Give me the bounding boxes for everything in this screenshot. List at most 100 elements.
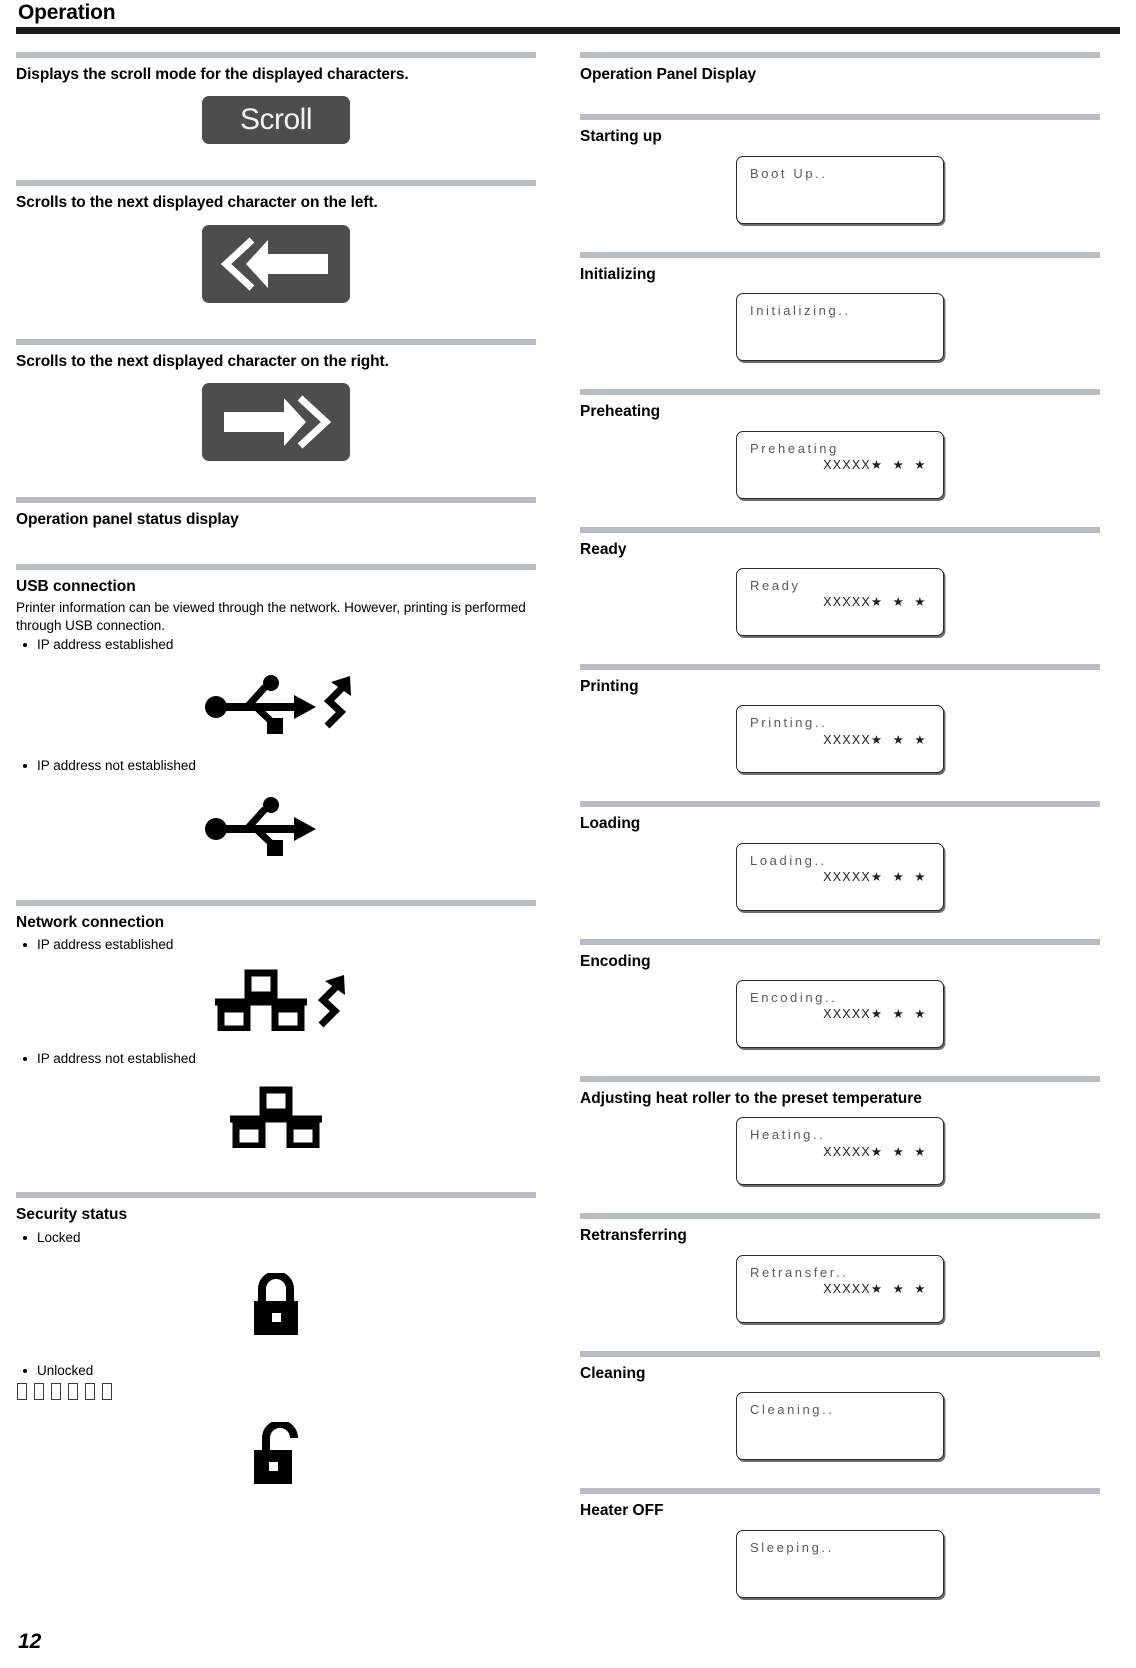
figure-left-arrow-key xyxy=(16,224,536,303)
page-header: Operation xyxy=(16,0,1120,24)
section-divider xyxy=(16,899,536,906)
figure-lcd-printing: Printing.. XXXXX★ ★ ★ xyxy=(580,705,1100,774)
page-title: Operation xyxy=(18,1,116,24)
figure-lcd-retransferring: Retransfer.. XXXXX★ ★ ★ xyxy=(580,1254,1100,1323)
section-divider xyxy=(580,114,1100,121)
figure-usb xyxy=(16,790,536,856)
missing-glyph-box xyxy=(68,1382,78,1400)
figure-lcd-heater-off: Sleeping.. xyxy=(580,1529,1100,1598)
usb-connected-icon xyxy=(205,675,351,735)
arrow-right-icon xyxy=(224,395,332,449)
figure-network-connected xyxy=(16,969,536,1031)
missing-glyph-box xyxy=(85,1382,95,1400)
scroll-key-button[interactable]: Scroll xyxy=(202,96,350,145)
lcd-line-1: Boot Up.. xyxy=(750,165,828,181)
lcd-line-1: Ready xyxy=(750,577,801,593)
arrow-left-icon xyxy=(220,237,328,291)
figure-usb-connected xyxy=(16,668,536,735)
lcd-line-1: Loading.. xyxy=(750,852,827,868)
usb-item-list-2: IP address not established xyxy=(16,756,536,776)
lcd-panel: Ready XXXXX★ ★ ★ xyxy=(736,567,944,636)
lcd-line-2: XXXXX★ ★ ★ xyxy=(823,1144,929,1159)
lcd-line-1: Initializing.. xyxy=(750,303,851,319)
figure-lcd-loading: Loading.. XXXXX★ ★ ★ xyxy=(580,842,1100,911)
state-label-adjusting-heat-roller: Adjusting heat roller to the preset temp… xyxy=(580,1090,922,1108)
lcd-line-1: Encoding.. xyxy=(750,990,838,1006)
list-item: IP address not established xyxy=(16,756,536,776)
lcd-line-2: XXXXX★ ★ ★ xyxy=(823,1007,929,1022)
usb-icon xyxy=(205,796,316,856)
lcd-line-2: XXXXX★ ★ ★ xyxy=(823,457,929,472)
page-number: 12 xyxy=(18,1630,42,1653)
page-footer: 12 xyxy=(18,1630,41,1654)
lcd-line-2: XXXXX★ ★ ★ xyxy=(823,1282,929,1297)
section-divider xyxy=(580,1488,1100,1495)
section-divider xyxy=(16,180,536,187)
lcd-panel: Printing.. XXXXX★ ★ ★ xyxy=(736,705,944,774)
figure-lcd-heating: Heating.. XXXXX★ ★ ★ xyxy=(580,1117,1100,1186)
figure-lcd-initializing: Initializing.. xyxy=(580,293,1100,362)
section-divider xyxy=(580,1213,1100,1220)
lcd-line-1: Cleaning.. xyxy=(750,1402,835,1418)
section-heading-panel-status: Operation panel status display xyxy=(16,511,239,529)
list-item: IP address established xyxy=(16,635,536,655)
scroll-key-label: Scroll xyxy=(239,103,313,137)
section-heading-operation-panel-display: Operation Panel Display xyxy=(580,66,757,84)
section-heading-scroll-left: Scrolls to the next displayed character … xyxy=(16,194,378,212)
usb-item-list: IP address established xyxy=(16,635,536,655)
right-column: Operation Panel Display Starting up Boot… xyxy=(580,34,1100,1598)
lcd-line-2: XXXXX★ ★ ★ xyxy=(823,869,929,884)
lcd-panel: Initializing.. xyxy=(736,293,944,362)
missing-glyph-box xyxy=(51,1382,61,1400)
figure-lock-open xyxy=(16,1421,536,1484)
figure-lcd-starting-up: Boot Up.. xyxy=(580,155,1100,224)
section-divider xyxy=(580,1076,1100,1083)
lcd-line-2: XXXXX★ ★ ★ xyxy=(823,595,929,610)
figure-right-arrow-key xyxy=(16,383,536,462)
figure-lcd-ready: Ready XXXXX★ ★ ★ xyxy=(580,567,1100,636)
lcd-panel: Encoding.. XXXXX★ ★ ★ xyxy=(736,980,944,1049)
state-label-ready: Ready xyxy=(580,540,627,558)
figure-lcd-encoding: Encoding.. XXXXX★ ★ ★ xyxy=(580,980,1100,1049)
missing-glyph-box xyxy=(102,1382,112,1400)
section-divider xyxy=(580,1350,1100,1357)
page-columns: Displays the scroll mode for the display… xyxy=(16,34,1120,1598)
section-divider xyxy=(580,801,1100,808)
left-arrow-key-button[interactable] xyxy=(202,224,350,303)
figure-lock-closed xyxy=(16,1273,536,1336)
list-item: Locked xyxy=(16,1228,536,1248)
lcd-panel: Heating.. XXXXX★ ★ ★ xyxy=(736,1117,944,1186)
figure-lcd-preheating: Preheating XXXXX★ ★ ★ xyxy=(580,430,1100,499)
section-divider xyxy=(16,52,536,59)
lcd-line-1: Printing.. xyxy=(750,715,828,731)
list-item: IP address established xyxy=(16,935,536,955)
security-item-list-2: Unlocked xyxy=(16,1361,536,1381)
figure-scroll-key: Scroll xyxy=(16,96,536,145)
lcd-panel: Boot Up.. xyxy=(736,155,944,224)
state-label-loading: Loading xyxy=(580,815,641,833)
section-divider xyxy=(580,526,1100,533)
figure-network xyxy=(16,1086,536,1149)
manual-page: Operation Displays the scroll mode for t… xyxy=(0,0,1136,1668)
network-connected-icon xyxy=(215,969,345,1031)
lock-closed-icon xyxy=(254,1273,298,1336)
security-item-list: Locked xyxy=(16,1228,536,1248)
section-divider xyxy=(580,251,1100,258)
state-label-preheating: Preheating xyxy=(580,403,661,421)
section-heading-scroll-right: Scrolls to the next displayed character … xyxy=(16,352,389,370)
right-arrow-key-button[interactable] xyxy=(202,383,350,462)
missing-glyph-box xyxy=(17,1382,27,1400)
list-item: Unlocked xyxy=(16,1361,536,1381)
state-label-heater-off: Heater OFF xyxy=(580,1502,664,1520)
lcd-panel: Retransfer.. XXXXX★ ★ ★ xyxy=(736,1254,944,1323)
lock-open-icon xyxy=(254,1421,298,1484)
network-item-list: IP address established xyxy=(16,935,536,955)
figure-lcd-cleaning: Cleaning.. xyxy=(580,1392,1100,1461)
network-item-list-2: IP address not established xyxy=(16,1049,536,1069)
section-heading-scroll-mode: Displays the scroll mode for the display… xyxy=(16,66,409,84)
lcd-line-2: XXXXX★ ★ ★ xyxy=(823,732,929,747)
subsection-heading-security-status: Security status xyxy=(16,1206,128,1224)
lcd-panel: Preheating XXXXX★ ★ ★ xyxy=(736,430,944,499)
missing-glyph-box xyxy=(34,1382,44,1400)
subsection-heading-network-connection: Network connection xyxy=(16,913,165,931)
